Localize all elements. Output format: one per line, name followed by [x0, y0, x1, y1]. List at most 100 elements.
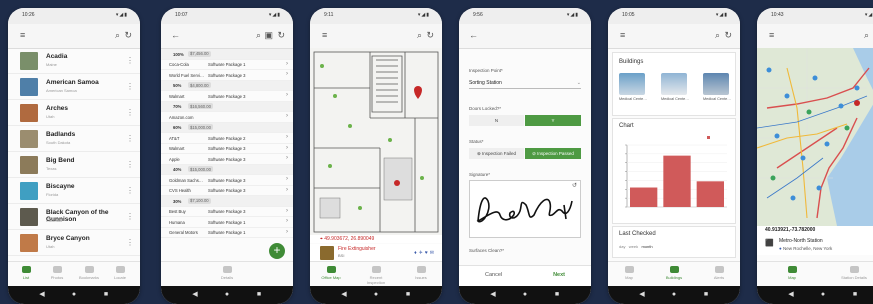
home-icon[interactable]: ●	[819, 291, 827, 299]
deal-row[interactable]: Amazon.com ›	[161, 112, 293, 123]
park-list-item[interactable]: Acadia Maine ⋮	[8, 49, 140, 74]
add-button[interactable]: +	[269, 243, 285, 259]
filter-week[interactable]: week	[629, 244, 638, 249]
back-icon[interactable]: ◀	[489, 291, 497, 299]
park-list-item[interactable]: Arches Utah ⋮	[8, 101, 140, 126]
more-vert-icon[interactable]: ⋮	[126, 56, 134, 65]
menu-icon[interactable]: ≡	[769, 29, 774, 41]
nav-bookmarks[interactable]: Bookmarks	[76, 264, 102, 280]
recents-icon[interactable]: ■	[553, 291, 561, 299]
park-list-item[interactable]: Badlands South Dakota ⋮	[8, 127, 140, 152]
home-icon[interactable]: ●	[670, 291, 678, 299]
menu-icon[interactable]: ≡	[620, 29, 625, 41]
doors-no-button[interactable]: N	[469, 115, 524, 126]
back-icon[interactable]: ◀	[638, 291, 646, 299]
refresh-icon[interactable]: ↻	[277, 29, 285, 41]
floor-plan-map[interactable]	[310, 48, 442, 235]
nav-recent-inspection[interactable]: Recent Inspection	[363, 264, 389, 285]
refresh-icon[interactable]: ↻	[124, 29, 132, 41]
recents-icon[interactable]: ■	[102, 291, 110, 299]
more-vert-icon[interactable]: ⋮	[126, 160, 134, 169]
back-arrow-icon[interactable]: ←	[469, 29, 478, 41]
inspection-point-select[interactable]: Sorting Station ⌄	[469, 80, 581, 89]
home-icon[interactable]: ●	[372, 291, 380, 299]
filter-icon[interactable]: ▣	[264, 29, 273, 41]
nav-station-details[interactable]: Station Details	[841, 264, 867, 280]
more-vert-icon[interactable]: ⋮	[126, 186, 134, 195]
nav-photos[interactable]: Photos	[44, 264, 70, 280]
clear-signature-icon[interactable]: ↺	[572, 182, 577, 189]
deal-row[interactable]: Best Buy Software Package 3 ›	[161, 207, 293, 217]
search-icon[interactable]: ⌕	[256, 29, 261, 41]
search-icon[interactable]: ⌕	[417, 29, 422, 41]
time-filter[interactable]: day week month	[619, 244, 653, 249]
nav-alerts[interactable]: Alerts	[706, 264, 732, 280]
nav-issues[interactable]: Issues	[408, 264, 434, 280]
park-list-item[interactable]: Black Canyon of the Gunnison Colorado ⋮	[8, 205, 140, 230]
next-button[interactable]: Next	[553, 272, 565, 278]
more-vert-icon[interactable]: ⋮	[126, 108, 134, 117]
building-card[interactable]: Medical Cente…	[619, 73, 647, 101]
asset-action-icons[interactable]: ♦✈♥✉	[414, 250, 436, 256]
deal-row[interactable]: Coca-Cola Software Package 1 ›	[161, 60, 293, 70]
deal-row[interactable]: Goldman Sachs… Software Package 3 ›	[161, 175, 293, 186]
deal-row[interactable]: CVS Health Software Package 3 ›	[161, 186, 293, 196]
nav-map[interactable]: Map	[616, 264, 642, 280]
recents-icon[interactable]: ■	[404, 291, 412, 299]
asset-card[interactable]: Fire Extinguisher BSI ♦✈♥✉	[310, 244, 442, 262]
back-icon[interactable]: ◀	[38, 291, 46, 299]
nav-label: Locate	[113, 275, 126, 280]
deal-row[interactable]: General Motors Software Package 1 ›	[161, 228, 293, 238]
nav-details[interactable]: Details	[214, 264, 240, 280]
more-vert-icon[interactable]: ⋮	[126, 134, 134, 143]
nav-locate[interactable]: Locate	[107, 264, 133, 280]
park-list-item[interactable]: American Samoa American Samoa ⋮	[8, 75, 140, 100]
notification-icon[interactable]: ↻	[426, 29, 434, 41]
deal-row[interactable]: AT&T Software Package 2 ›	[161, 133, 293, 144]
back-icon[interactable]: ◀	[787, 291, 795, 299]
refresh-icon[interactable]: ↻	[724, 29, 732, 41]
home-icon[interactable]: ●	[521, 291, 529, 299]
inspection-passed-button[interactable]: ⊘ Inspection Passed	[525, 148, 581, 159]
search-icon[interactable]: ⌕	[715, 29, 720, 41]
search-icon[interactable]: ⌕	[864, 29, 869, 41]
building-card[interactable]: Medical Cente…	[703, 73, 731, 101]
recents-icon[interactable]: ■	[851, 291, 859, 299]
deal-row[interactable]: World Fuel Servi… Software Package 3 ›	[161, 70, 293, 81]
cancel-button[interactable]: Cancel	[485, 272, 502, 278]
back-icon[interactable]: ◀	[340, 291, 348, 299]
search-icon[interactable]: ⌕	[115, 29, 120, 41]
filter-month[interactable]: month	[641, 244, 652, 249]
station-card[interactable]: ⬛ Metro-North Station ● New Rochelle, Ne…	[757, 235, 873, 255]
probability: 30%	[173, 198, 182, 204]
home-icon[interactable]: ●	[223, 291, 231, 299]
recents-icon[interactable]: ■	[255, 291, 263, 299]
park-list-item[interactable]: Bryce Canyon Utah ⋮	[8, 231, 140, 256]
park-list-item[interactable]: Biscayne Florida ⋮	[8, 179, 140, 204]
park-list-item[interactable]: Big Bend Texas ⋮	[8, 153, 140, 178]
map-icon	[624, 266, 634, 273]
deal-row[interactable]: Walmart Software Package 3 ›	[161, 144, 293, 154]
menu-icon[interactable]: ≡	[322, 29, 327, 41]
deal-row[interactable]: Apple Software Package 3 ›	[161, 154, 293, 165]
nav-buildings[interactable]: Buildings	[661, 264, 687, 280]
signature-pad[interactable]: ↺	[469, 180, 581, 238]
filter-day[interactable]: day	[619, 244, 625, 249]
deal-row[interactable]: Humana Software Package 1 ›	[161, 217, 293, 228]
back-arrow-icon[interactable]: ←	[171, 29, 180, 41]
nav-list[interactable]: List	[13, 264, 39, 280]
doors-yes-button[interactable]: Y	[525, 115, 581, 126]
more-vert-icon[interactable]: ⋮	[126, 212, 134, 221]
recents-icon[interactable]: ■	[702, 291, 710, 299]
back-icon[interactable]: ◀	[191, 291, 199, 299]
inspection-failed-button[interactable]: ⊗ Inspection Failed	[469, 148, 524, 159]
menu-icon[interactable]: ≡	[20, 29, 25, 41]
building-card[interactable]: Medical Cente…	[661, 73, 689, 101]
deal-row[interactable]: Walmart Software Package 3 ›	[161, 91, 293, 102]
home-icon[interactable]: ●	[70, 291, 78, 299]
more-vert-icon[interactable]: ⋮	[126, 238, 134, 247]
nav-office-map[interactable]: Office Map	[318, 264, 344, 280]
nav-map[interactable]: Map	[779, 264, 805, 280]
more-vert-icon[interactable]: ⋮	[126, 82, 134, 91]
region-map[interactable]	[757, 48, 873, 226]
